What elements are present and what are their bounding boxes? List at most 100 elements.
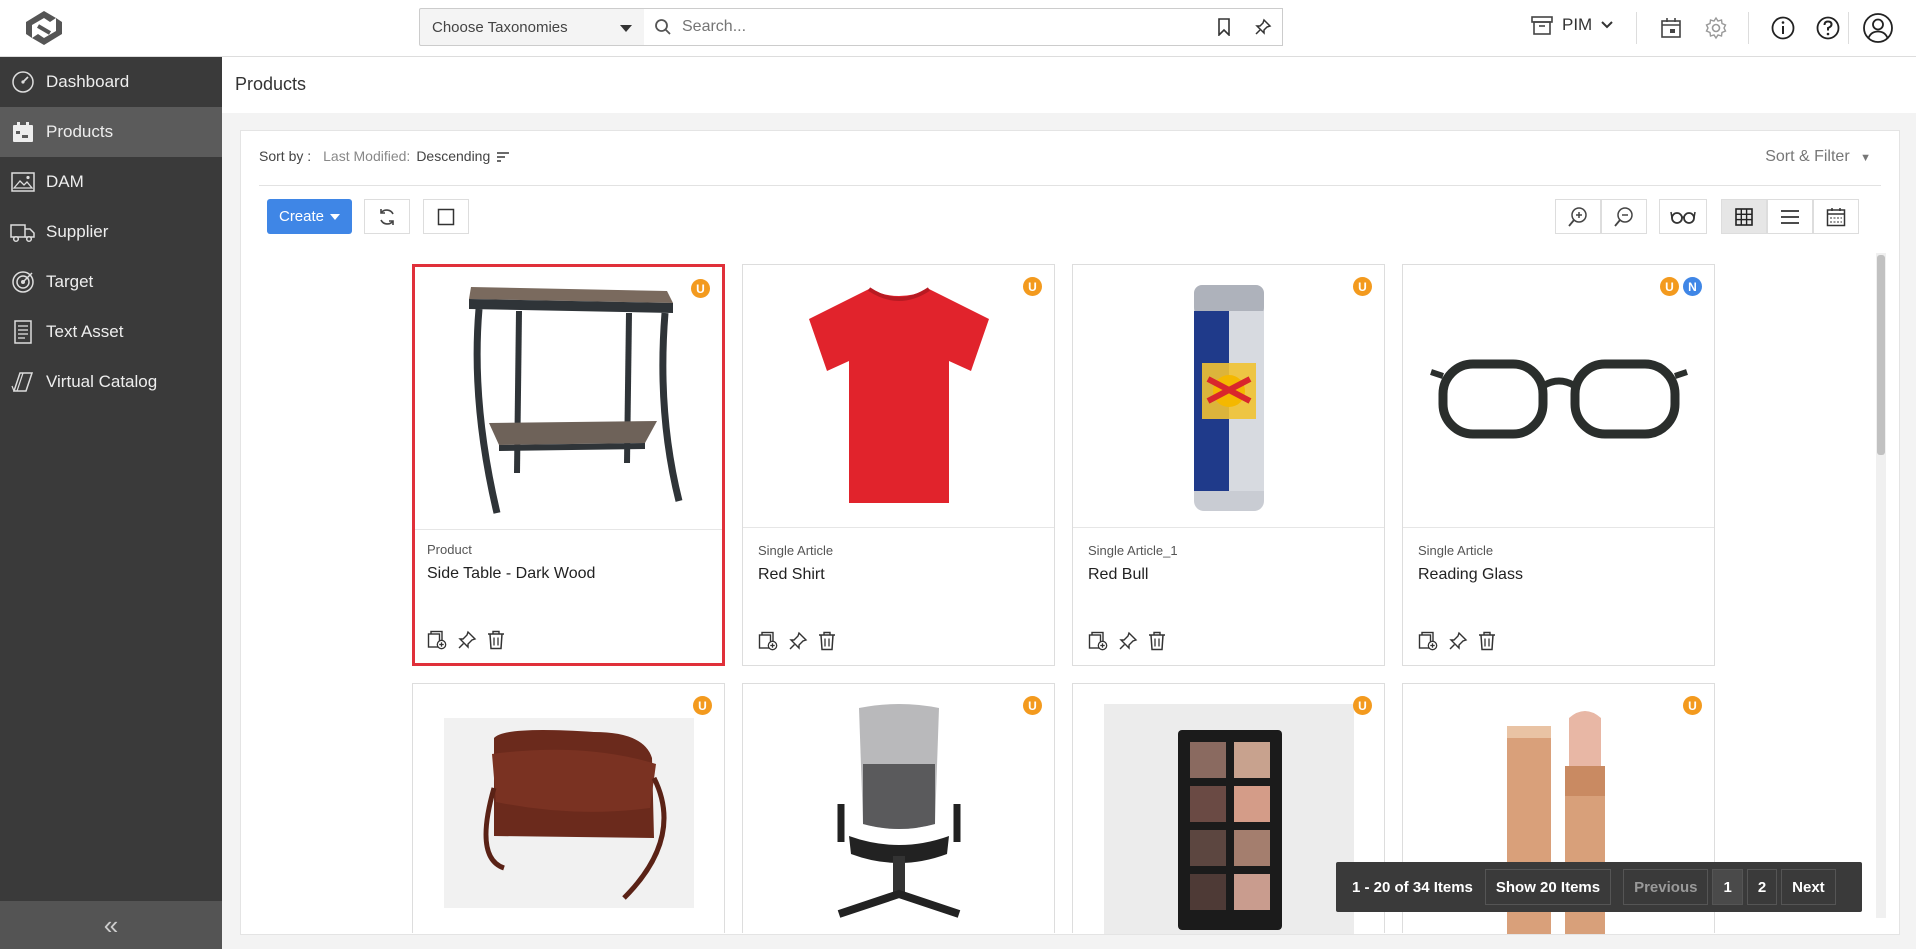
product-type: Product <box>427 542 472 557</box>
product-card[interactable]: U Single Article_1 Red Bull <box>1072 264 1385 666</box>
sidebar-item-label: Virtual Catalog <box>46 372 158 391</box>
module-label: PIM <box>1562 15 1593 34</box>
add-to-collection-icon[interactable] <box>758 631 778 651</box>
product-name[interactable]: Reading Glass <box>1418 566 1523 584</box>
item-count-label: 1 - 20 of 34 Items <box>1352 878 1473 896</box>
next-page-button[interactable]: Next <box>1781 869 1836 905</box>
product-card[interactable]: U <box>742 683 1055 933</box>
page-1-button[interactable]: 1 <box>1712 869 1743 905</box>
select-all-checkbox[interactable] <box>423 199 469 234</box>
list-view-button[interactable] <box>1767 199 1813 234</box>
products-icon <box>10 119 36 145</box>
sort-direction[interactable]: Descending <box>416 148 490 164</box>
help-icon[interactable] <box>1813 13 1843 43</box>
trash-icon[interactable] <box>487 630 505 650</box>
sidebar-item-products[interactable]: Products <box>0 107 222 157</box>
page-size-button[interactable]: Show 20 Items <box>1484 869 1612 905</box>
glasses-icon <box>1670 211 1696 224</box>
sidebar-item-dashboard[interactable]: Dashboard <box>0 57 222 107</box>
product-card[interactable]: U N Single Article Reading Glass <box>1402 264 1715 666</box>
page-2-button[interactable]: 2 <box>1746 869 1778 905</box>
status-badge-u: U <box>693 696 712 715</box>
search-input[interactable] <box>682 18 1202 36</box>
product-type: Single Article <box>1418 543 1494 558</box>
product-name[interactable]: Red Shirt <box>758 566 825 584</box>
product-card[interactable]: U <box>412 683 725 933</box>
status-badge-u: U <box>1683 696 1702 715</box>
trash-icon[interactable] <box>1478 631 1496 651</box>
create-button[interactable]: Create <box>267 199 352 234</box>
catalog-icon <box>10 369 36 395</box>
pin-icon[interactable] <box>788 631 808 651</box>
collapse-sidebar-button[interactable]: « <box>0 901 222 949</box>
status-badge-u: U <box>1023 696 1042 715</box>
top-bar: Choose Taxonomies PIM <box>0 0 1916 57</box>
status-badge-u: U <box>1353 696 1372 715</box>
view-mode-button[interactable] <box>1659 199 1707 234</box>
search-bar <box>644 8 1283 46</box>
sidebar: Dashboard Products DAM Supplier Target T… <box>0 57 222 949</box>
user-avatar-icon[interactable] <box>1861 13 1895 43</box>
info-icon[interactable] <box>1768 13 1798 43</box>
create-label: Create <box>278 208 325 225</box>
trash-icon[interactable] <box>1148 631 1166 651</box>
divider <box>1636 12 1637 44</box>
gear-icon[interactable] <box>1701 13 1731 43</box>
pin-icon[interactable] <box>1254 18 1272 36</box>
caret-down-icon: ▼ <box>1860 152 1871 164</box>
sidebar-item-label: Dashboard <box>46 72 130 91</box>
grid-view-button[interactable] <box>1721 199 1767 234</box>
taxonomy-dropdown[interactable]: Choose Taxonomies <box>419 8 645 46</box>
grid-scrollbar[interactable] <box>1876 253 1886 918</box>
sidebar-item-text-asset[interactable]: Text Asset <box>0 307 222 357</box>
calendar-view-button[interactable] <box>1813 199 1859 234</box>
product-name[interactable]: Side Table - Dark Wood <box>427 565 595 583</box>
add-to-collection-icon[interactable] <box>1088 631 1108 651</box>
document-icon <box>10 319 36 345</box>
sort-by-label: Sort by : <box>259 148 312 164</box>
sort-descending-icon[interactable] <box>496 151 510 163</box>
calendar-export-icon[interactable] <box>1656 13 1686 43</box>
product-image-side-table <box>415 267 722 530</box>
previous-page-button[interactable]: Previous <box>1623 869 1709 905</box>
refresh-icon <box>380 208 394 225</box>
add-to-collection-icon[interactable] <box>1418 631 1438 651</box>
product-image-office-chair <box>743 684 1054 934</box>
double-chevron-left-icon: « <box>103 909 119 940</box>
module-switcher[interactable]: PIM <box>1530 14 1614 36</box>
sidebar-item-label: Text Asset <box>46 322 124 341</box>
pin-icon[interactable] <box>457 630 477 650</box>
sort-filter-toggle[interactable]: Sort & Filter ▼ <box>1765 148 1871 166</box>
sort-field[interactable]: Last Modified: <box>323 148 410 164</box>
product-name[interactable]: Red Bull <box>1088 566 1148 584</box>
product-card[interactable]: U Single Article Red Shirt <box>742 264 1055 666</box>
sidebar-item-target[interactable]: Target <box>0 257 222 307</box>
add-to-collection-icon[interactable] <box>427 630 447 650</box>
zoom-in-icon <box>1568 206 1587 227</box>
sidebar-item-dam[interactable]: DAM <box>0 157 222 207</box>
scrollbar-thumb[interactable] <box>1877 255 1885 455</box>
sidebar-item-supplier[interactable]: Supplier <box>0 207 222 257</box>
pin-icon[interactable] <box>1118 631 1138 651</box>
status-badge-n: N <box>1683 277 1702 296</box>
product-card[interactable]: U Product Side Table - Dark Wood <box>412 264 725 666</box>
product-image-red-shirt <box>743 265 1054 528</box>
product-type: Single Article <box>758 543 834 558</box>
product-image-leather-bag <box>413 684 724 934</box>
product-type: Single Article_1 <box>1088 543 1178 558</box>
archive-icon <box>1531 16 1553 35</box>
bookmark-icon[interactable] <box>1216 18 1232 36</box>
zoom-in-button[interactable] <box>1555 199 1601 234</box>
taxonomy-label: Choose Taxonomies <box>432 18 568 36</box>
trash-icon[interactable] <box>818 631 836 651</box>
zoom-out-button[interactable] <box>1601 199 1647 234</box>
chevron-down-icon <box>1601 21 1613 29</box>
pin-icon[interactable] <box>1448 631 1468 651</box>
status-badge-u: U <box>1660 277 1679 296</box>
refresh-button[interactable] <box>364 199 410 234</box>
list-icon <box>1781 209 1799 224</box>
app-logo-icon[interactable] <box>20 8 68 48</box>
status-badge-u: U <box>1023 277 1042 296</box>
sidebar-item-virtual-catalog[interactable]: Virtual Catalog <box>0 357 222 407</box>
divider <box>1848 12 1849 44</box>
